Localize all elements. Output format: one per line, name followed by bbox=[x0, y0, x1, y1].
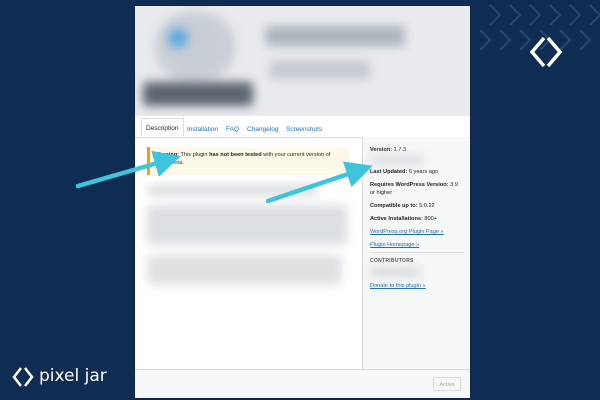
tab-description[interactable]: Description bbox=[141, 118, 184, 137]
pixel-jar-mark-icon bbox=[12, 367, 34, 387]
tab-screenshots[interactable]: Screenshots bbox=[286, 126, 322, 134]
donate-link[interactable]: Donate to this plugin » bbox=[370, 282, 426, 290]
tab-installation[interactable]: Installation bbox=[187, 126, 218, 134]
contributors-heading: CONTRIBUTORS bbox=[370, 258, 414, 264]
last-updated-row: Last Updated: 6 years ago bbox=[370, 169, 439, 175]
plugin-homepage-link[interactable]: Plugin Homepage » bbox=[370, 241, 419, 249]
description-content: Warning: This plugin has not been tested… bbox=[135, 137, 362, 369]
requires-row: Requires WordPress Version: 3.9 bbox=[370, 182, 458, 188]
active-button: Active bbox=[433, 377, 461, 391]
modal-footer: Active bbox=[135, 369, 470, 398]
plugin-tabs: Description Installation FAQ Changelog S… bbox=[135, 118, 470, 138]
plugin-banner-image bbox=[135, 6, 470, 116]
warning-emphasis: has not been tested bbox=[209, 152, 262, 158]
pixel-jar-logo-icon bbox=[529, 36, 563, 68]
tab-faq[interactable]: FAQ bbox=[226, 126, 239, 134]
plugin-details-modal: Description Installation FAQ Changelog S… bbox=[135, 6, 470, 398]
compatibility-warning: Warning: This plugin has not been tested… bbox=[147, 147, 349, 175]
compatible-row: Compatible up to: 5.0.22 bbox=[370, 203, 435, 209]
warning-text-before: This plugin bbox=[179, 152, 210, 158]
plugin-info-sidebar: Version: 1.7.3 Last Updated: 6 years ago… bbox=[362, 137, 470, 369]
blurred-description-text bbox=[147, 185, 317, 195]
tab-changelog[interactable]: Changelog bbox=[247, 126, 278, 134]
installs-row: Active Installations: 800+ bbox=[370, 216, 438, 222]
version-row: Version: 1.7.3 bbox=[370, 147, 407, 153]
brand-name: pixel jar bbox=[39, 366, 107, 386]
warning-label: Warning: bbox=[155, 152, 180, 158]
wordpress-org-link[interactable]: WordPress.org Plugin Page » bbox=[370, 228, 444, 236]
requires-row-line2: or higher bbox=[370, 190, 393, 196]
